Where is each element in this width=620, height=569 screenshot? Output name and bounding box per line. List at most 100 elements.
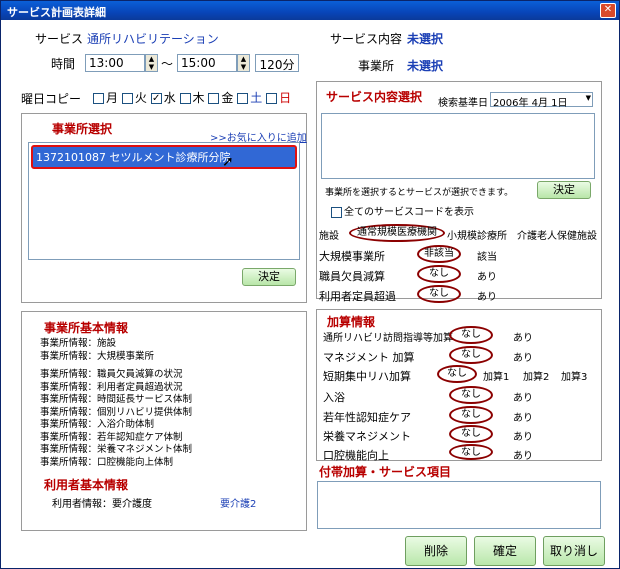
capacity-over-option-yes[interactable]: あり (477, 288, 497, 303)
addition-title: 加算情報 (327, 315, 376, 329)
large-office-option-no[interactable]: 非該当 (417, 245, 461, 263)
end-time-spinner[interactable]: ▲ ▼ (237, 54, 250, 72)
start-time-input[interactable]: 13:00 (85, 54, 145, 72)
checkbox-icon[interactable] (121, 93, 133, 104)
service-hint: 事業所を選択するとサービスが選択できます。 (325, 188, 514, 198)
large-office-label: 大規模事業所 (319, 250, 385, 263)
addition-nutrition-none[interactable]: なし (449, 425, 493, 443)
weekday-sat[interactable]: 土 (237, 91, 262, 105)
start-time-spinner[interactable]: ▲ ▼ (145, 54, 158, 72)
capacity-over-option-none[interactable]: なし (417, 285, 461, 303)
addition-visit-none[interactable]: なし (449, 326, 493, 344)
weekday-copy-label: 曜日コピー (21, 92, 82, 106)
dropdown-arrow-icon[interactable]: ▼ (586, 94, 591, 102)
office-confirm-button[interactable]: 決定 (242, 268, 296, 286)
addition-visit-yes[interactable]: あり (513, 329, 533, 344)
show-all-codes-checkbox[interactable]: 全てのサービスコードを表示 (331, 203, 474, 218)
staff-shortage-option-none[interactable]: なし (417, 265, 461, 283)
office-info-line: 事業所情報：栄養マネジメント体制 (40, 444, 193, 455)
checkbox-checked-icon[interactable]: ✓ (150, 93, 162, 104)
weekday-sun[interactable]: 日 (266, 91, 291, 105)
service-label: サービス (35, 32, 84, 46)
close-icon[interactable]: ✕ (600, 3, 616, 18)
addition-rehab-3[interactable]: 加算3 (561, 368, 587, 383)
addition-oral-yes[interactable]: あり (513, 447, 533, 462)
weekday-mon[interactable]: 月 (93, 91, 118, 105)
checkbox-icon[interactable] (266, 93, 278, 104)
checkbox-icon[interactable] (208, 93, 220, 104)
service-select-panel: サービス内容選択 検索基準日 2006年 4月 1日 ▼ 事業所を選択するとサー… (316, 81, 602, 303)
office-info-line: 事業所情報：入浴介助体制 (40, 419, 155, 430)
service-confirm-button[interactable]: 決定 (537, 181, 591, 199)
office-value: 未選択 (407, 59, 444, 73)
addition-row-label: 入浴 (323, 391, 345, 404)
staff-shortage-option-yes[interactable]: あり (477, 268, 497, 283)
addition-row-label: 口腔機能向上 (323, 449, 389, 462)
facility-option-elderly[interactable]: 介護老人保健施設 (517, 227, 597, 242)
addition-row-label: マネジメント 加算 (323, 351, 415, 364)
service-value: 通所リハビリテーション (87, 32, 219, 46)
user-info-label: 利用者情報：要介護度 (52, 499, 152, 510)
weekday-thu[interactable]: 木 (179, 91, 205, 105)
addition-rehab-2[interactable]: 加算2 (523, 368, 549, 383)
facility-label: 施設 (319, 231, 339, 242)
office-info-line: 事業所情報：若年認知症ケア体制 (40, 431, 183, 443)
extra-title: 付帯加算・サービス項目 (319, 465, 452, 479)
addition-dementia-yes[interactable]: あり (513, 409, 533, 424)
facility-option-small[interactable]: 小規模診療所 (447, 227, 507, 242)
service-listbox[interactable] (321, 113, 595, 179)
office-info-line: 事業所情報：大規模事業所 (40, 350, 155, 362)
capacity-over-label: 利用者定員超過 (319, 290, 396, 303)
office-listbox[interactable]: 1372101087 セツルメント診療所分院 (28, 142, 300, 260)
addition-row-label: 通所リハビリ訪問指導等加算 (323, 333, 453, 344)
office-info-line: 事業所情報：職員欠員減算の状況 (40, 369, 183, 380)
facility-option-normal[interactable]: 通常規模医療機関 (349, 224, 445, 242)
service-select-title: サービス内容選択 (326, 90, 423, 104)
addition-bath-none[interactable]: なし (449, 386, 493, 404)
duration-field: 120分 (255, 54, 299, 72)
office-info-line: 事業所情報：個別リハビリ提供体制 (40, 406, 193, 418)
addition-row-label: 栄養マネジメント (323, 430, 411, 443)
office-info-title: 事業所基本情報 (44, 321, 129, 335)
mouse-cursor-icon: ➚ (222, 154, 234, 170)
user-info-title: 利用者基本情報 (44, 478, 129, 492)
user-info-value: 要介護2 (220, 499, 257, 510)
service-content-label: サービス内容 (330, 32, 403, 46)
weekday-wed[interactable]: ✓ 水 (150, 91, 176, 105)
large-office-option-yes[interactable]: 該当 (477, 248, 497, 263)
addition-nutrition-yes[interactable]: あり (513, 428, 533, 443)
office-list-item[interactable]: 1372101087 セツルメント診療所分院 (31, 145, 297, 169)
addition-row-label: 短期集中リハ加算 (323, 370, 411, 383)
service-plan-detail-window: サービス計画表詳細 ✕ サービス 通所リハビリテーション サービス内容 未選択 … (0, 0, 620, 569)
office-info-line: 事業所情報：施設 (40, 338, 117, 349)
extra-listbox[interactable] (317, 481, 601, 529)
addition-management-none[interactable]: なし (449, 346, 493, 364)
confirm-button[interactable]: 確定 (474, 536, 536, 566)
title-bar: サービス計画表詳細 ✕ (1, 1, 619, 20)
addition-management-yes[interactable]: あり (513, 349, 533, 364)
addition-bath-yes[interactable]: あり (513, 389, 533, 404)
office-select-title: 事業所選択 (52, 122, 113, 136)
addition-oral-none[interactable]: なし (449, 444, 493, 460)
checkbox-icon[interactable] (179, 93, 191, 104)
office-info-panel: 事業所基本情報 事業所情報：施設 事業所情報：大規模事業所 事業所情報：職員欠員… (21, 311, 307, 531)
checkbox-icon[interactable] (93, 93, 104, 104)
addition-dementia-none[interactable]: なし (449, 406, 493, 424)
delete-button[interactable]: 削除 (405, 536, 467, 566)
addition-panel: 加算情報 通所リハビリ訪問指導等加算 なし あり マネジメント 加算 なし あり… (316, 309, 602, 462)
addition-row-label: 若年性認知症ケア (323, 411, 411, 424)
checkbox-icon[interactable] (237, 93, 249, 104)
base-date-select[interactable]: 2006年 4月 1日 ▼ (490, 92, 593, 109)
weekday-fri[interactable]: 金 (208, 91, 233, 105)
office-info-line: 事業所情報：利用者定員超過状況 (40, 381, 183, 393)
office-label: 事業所 (358, 59, 395, 73)
weekday-tue[interactable]: 火 (121, 91, 147, 105)
checkbox-icon[interactable] (331, 206, 342, 218)
cancel-button[interactable]: 取り消し (543, 536, 605, 566)
time-label: 時間 (51, 57, 76, 71)
addition-rehab-none[interactable]: なし (437, 365, 477, 383)
end-time-input[interactable]: 15:00 (177, 54, 237, 72)
addition-rehab-1[interactable]: 加算1 (483, 368, 509, 383)
time-separator: 〜 (161, 57, 174, 71)
office-select-panel: 事業所選択 >>お気に入りに追加 1372101087 セツルメント診療所分院 … (21, 113, 307, 303)
